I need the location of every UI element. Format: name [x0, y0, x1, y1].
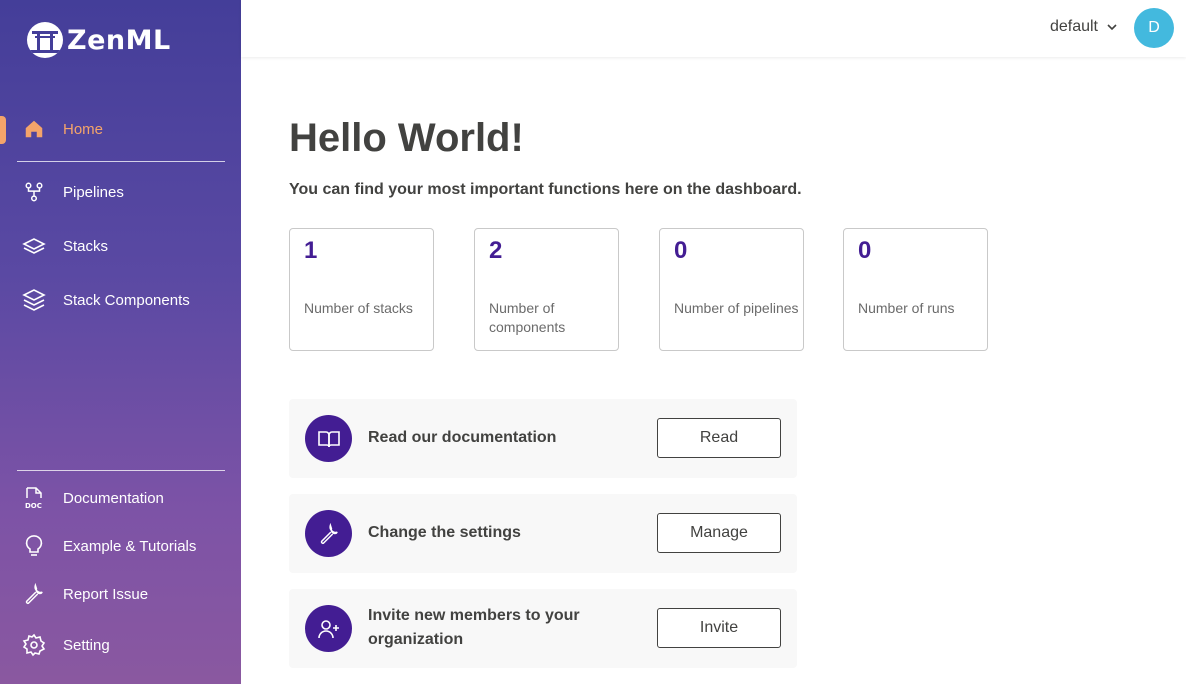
sidebar-item-stack-components[interactable]: Stack Components [0, 282, 241, 318]
action-text: Change the settings [368, 524, 521, 541]
lightbulb-icon [22, 534, 46, 558]
action-card-documentation: Read our documentation Read [289, 399, 797, 478]
stat-card-runs: 0 Number of runs [843, 228, 988, 351]
sidebar-divider [17, 470, 225, 471]
sidebar-item-home[interactable]: Home [0, 111, 241, 147]
manage-button[interactable]: Manage [657, 513, 781, 553]
chevron-down-icon [1107, 24, 1117, 31]
stat-label: Number of stacks [304, 300, 413, 316]
workspace-label: default [1049, 18, 1098, 35]
sidebar-item-documentation[interactable]: DOC Documentation [0, 480, 241, 516]
gear-icon [22, 633, 46, 657]
sidebar-divider [17, 161, 225, 162]
sidebar-item-label: Documentation [63, 489, 164, 507]
sidebar-item-label: Example & Tutorials [63, 537, 197, 555]
sidebar-item-label: Report Issue [63, 585, 149, 603]
sidebar-item-pipelines[interactable]: Pipelines [0, 174, 241, 210]
zenml-logo[interactable]: ZenML [27, 22, 171, 58]
stat-card-stacks: 1 Number of stacks [289, 228, 434, 351]
action-card-invite: Invite new members to your organization … [289, 589, 797, 668]
stat-value: 2 [489, 237, 503, 264]
invite-button[interactable]: Invite [657, 608, 781, 648]
sidebar: ZenML Home Pipelines Stacks Stack Compon… [0, 0, 241, 684]
page-title: Hello World! [289, 116, 524, 160]
stat-value: 1 [304, 237, 318, 264]
sidebar-item-stacks[interactable]: Stacks [0, 228, 241, 264]
stat-label: Number of runs [858, 300, 955, 316]
brand-name: ZenML [67, 24, 171, 56]
stat-card-components: 2 Number of components [474, 228, 619, 351]
avatar[interactable]: D [1134, 8, 1174, 48]
sidebar-item-label: Stack Components [63, 291, 190, 309]
action-card-settings: Change the settings Manage [289, 494, 797, 573]
svg-text:DOC: DOC [25, 502, 42, 510]
stack-components-icon [22, 288, 46, 312]
book-icon [305, 415, 352, 462]
sidebar-item-report-issue[interactable]: Report Issue [0, 576, 241, 612]
stat-value: 0 [674, 237, 688, 264]
stat-value: 0 [858, 237, 872, 264]
add-user-icon [305, 605, 352, 652]
stacks-icon [22, 234, 46, 258]
sidebar-item-label: Pipelines [63, 183, 124, 201]
stat-label: Number of components [489, 300, 566, 335]
home-icon [22, 117, 46, 141]
sidebar-item-label: Home [63, 120, 104, 138]
action-text: Invite new members to your organization [368, 607, 580, 648]
sidebar-item-examples[interactable]: Example & Tutorials [0, 528, 241, 564]
stat-label: Number of pipelines [674, 300, 799, 316]
workspace-dropdown[interactable]: default [1050, 18, 1118, 36]
sidebar-item-label: Stacks [63, 237, 109, 255]
wrench-icon [305, 510, 352, 557]
top-bar: default D [241, 0, 1186, 57]
read-button[interactable]: Read [657, 418, 781, 458]
doc-icon: DOC [22, 486, 46, 510]
pipelines-icon [22, 180, 46, 204]
wrench-icon [22, 582, 46, 606]
sidebar-item-setting[interactable]: Setting [0, 627, 241, 663]
page-subtitle: You can find your most important functio… [289, 181, 802, 198]
sidebar-item-label: Setting [63, 636, 110, 654]
action-text: Read our documentation [368, 429, 557, 446]
stat-card-pipelines: 0 Number of pipelines [659, 228, 804, 351]
torii-logo-icon [27, 22, 63, 58]
